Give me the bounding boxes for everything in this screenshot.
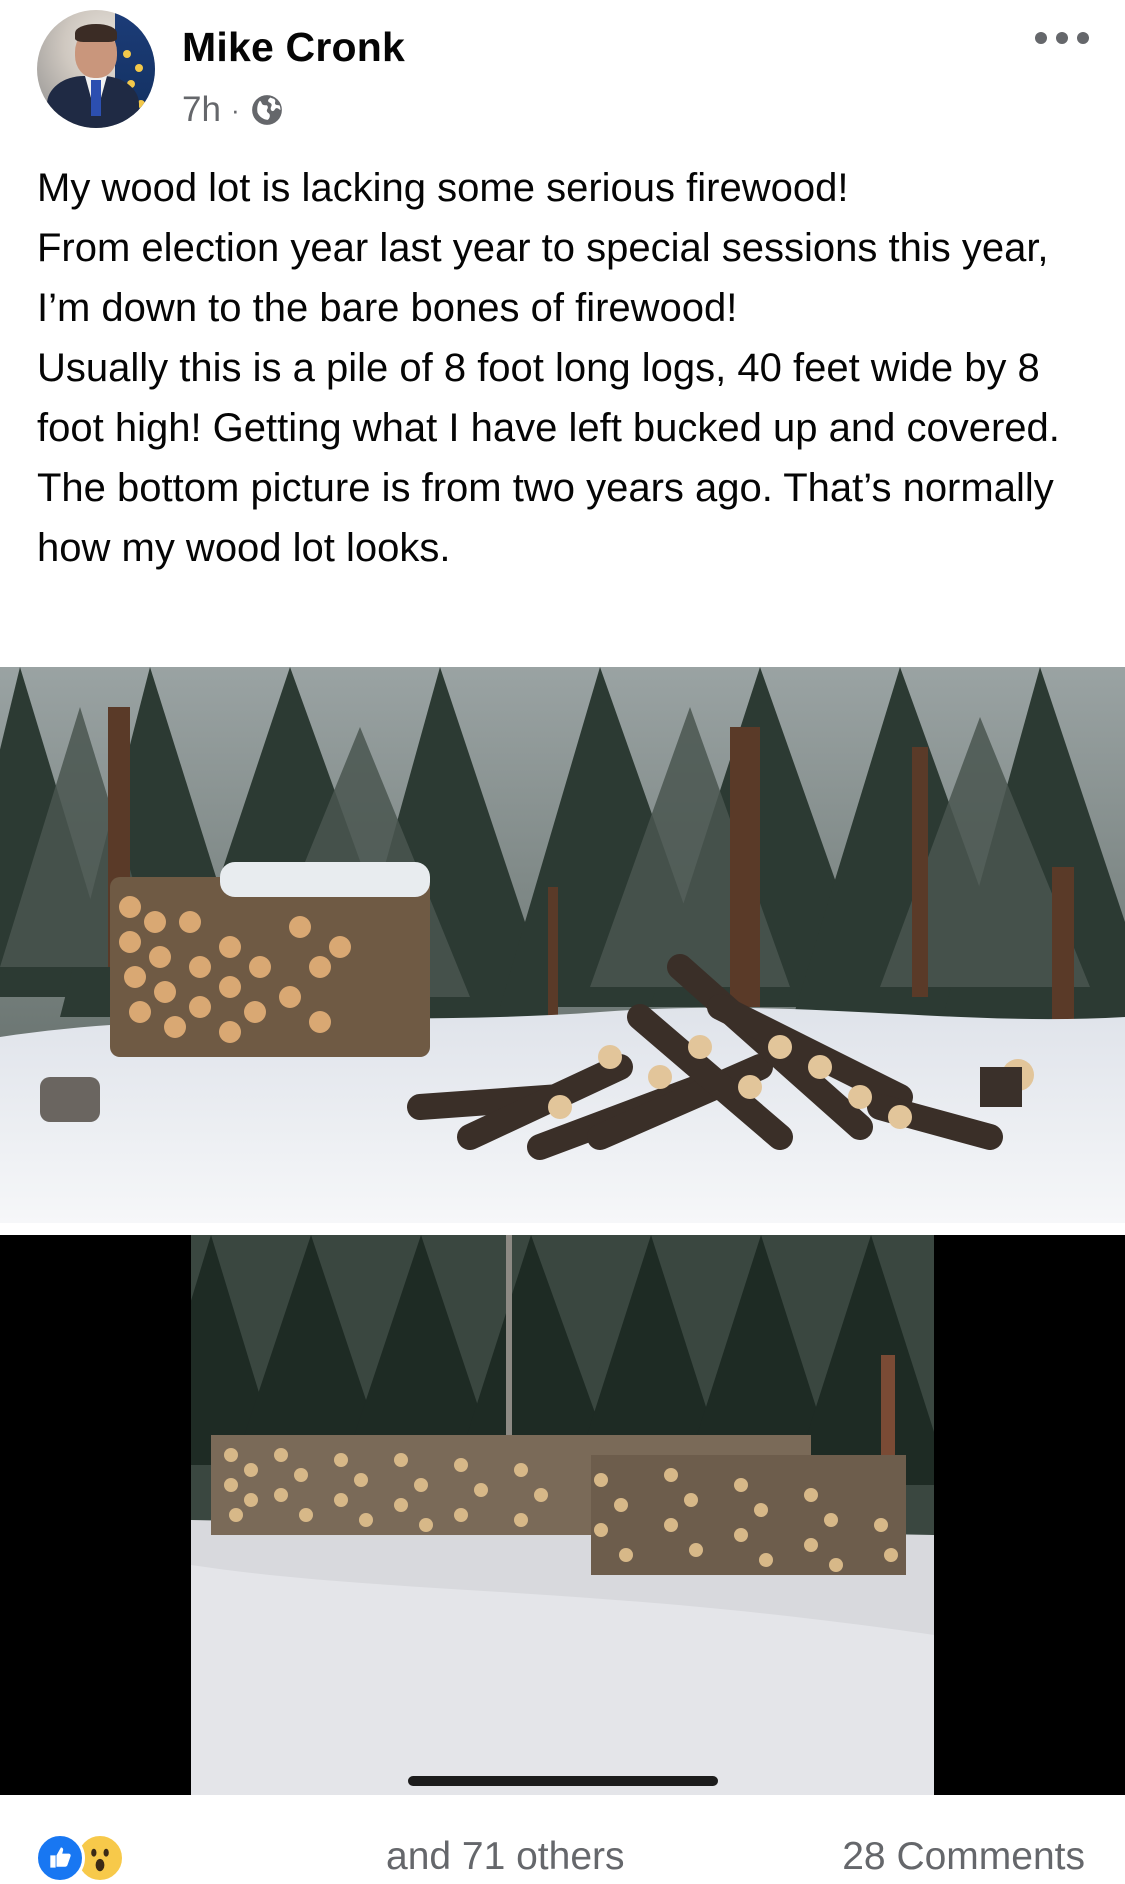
author-name[interactable]: Mike Cronk [182, 24, 405, 71]
reactions-summary[interactable] [35, 1831, 125, 1884]
post-photo-recent-woodpile[interactable] [0, 667, 1125, 1223]
post-timestamp[interactable]: 7h [182, 90, 221, 130]
more-dot [1056, 32, 1068, 44]
meta-separator: · [230, 94, 240, 125]
comments-count[interactable]: 28 Comments [842, 1835, 1085, 1879]
post-photo-old-woodpile[interactable] [191, 1235, 934, 1795]
avatar-hair [75, 24, 117, 42]
like-icon [35, 1833, 85, 1883]
post-footer: and 71 others 28 Comments [0, 1795, 1125, 1884]
more-dot [1035, 32, 1047, 44]
facebook-post: Mike Cronk 7h · My wood lot is lacking s… [0, 0, 1125, 1884]
woodpile-photo-illustration [0, 667, 1125, 1223]
more-dot [1077, 32, 1089, 44]
more-options-icon[interactable] [1035, 28, 1089, 48]
reaction-count-text[interactable]: and 71 others [386, 1835, 625, 1879]
author-avatar[interactable] [37, 10, 155, 128]
post-meta: 7h · [182, 90, 284, 130]
woodpile-old-photo-illustration [191, 1235, 934, 1795]
avatar-tie [91, 80, 101, 116]
post-header: Mike Cronk 7h · [0, 0, 1125, 150]
globe-icon[interactable] [250, 93, 284, 127]
post-photo-letterbox [0, 1235, 1125, 1795]
post-text: My wood lot is lacking some serious fire… [37, 166, 1060, 570]
home-indicator [408, 1776, 718, 1786]
